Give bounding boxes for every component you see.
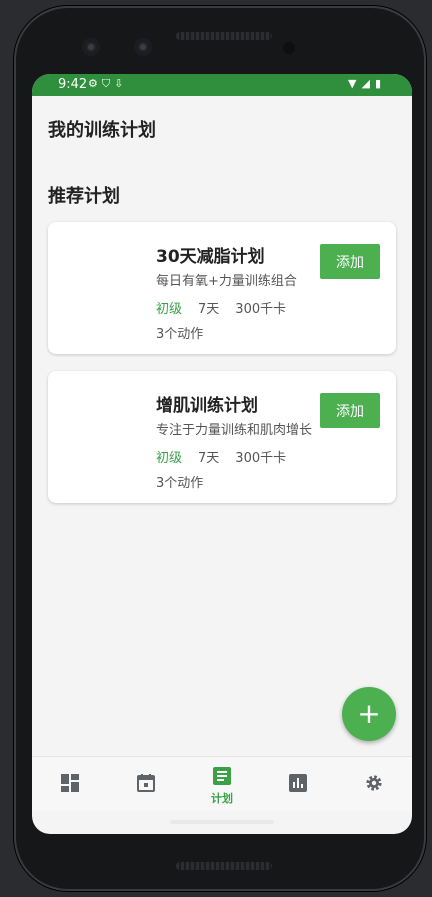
plan-card[interactable]: 30天减脂计划 每日有氧+力量训练组合 初级 7天 300千卡 3个动作 添加 <box>48 222 396 354</box>
battery-icon: ▮ <box>374 77 386 90</box>
nav-item-stats[interactable] <box>260 757 336 811</box>
download-icon: ⇩ <box>114 77 128 90</box>
nav-item-plan[interactable]: 计划 <box>184 757 260 811</box>
plan-calories: 300千卡 <box>235 451 287 466</box>
plan-level: 初级 <box>156 451 183 466</box>
front-camera-2 <box>134 38 152 56</box>
plan-meta: 初级 7天 300千卡 <box>156 298 286 317</box>
plan-days: 7天 <box>198 302 220 317</box>
status-icons-right: ▼◢▮ <box>348 77 386 90</box>
add-fab-button[interactable]: + <box>342 687 396 741</box>
status-bar: 9:42 ⚙⛉⇩ ▼◢▮ <box>32 74 412 96</box>
wifi-icon: ▼ <box>348 77 362 90</box>
add-plan-button[interactable]: 添加 <box>320 393 380 428</box>
plan-description: 专注于力量训练和肌肉增长 <box>156 423 313 438</box>
top-speaker <box>176 32 272 40</box>
plan-meta: 初级 7天 300千卡 <box>156 447 286 466</box>
app-screen: 9:42 ⚙⛉⇩ ▼◢▮ 我的训练计划 推荐计划 30天减脂计划 每日有氧+力量… <box>32 74 412 834</box>
status-time: 9:42 <box>58 77 88 92</box>
settings-icon <box>366 775 382 791</box>
stats-icon <box>289 774 307 792</box>
plan-exercise-count: 3个动作 <box>156 327 204 342</box>
nav-item-calendar[interactable] <box>108 757 184 811</box>
page-title: 我的训练计划 <box>48 120 156 141</box>
bottom-navigation: 计划 <box>32 756 412 811</box>
proximity-sensor <box>283 42 295 54</box>
plan-title: 30天减脂计划 <box>156 247 265 267</box>
plan-icon <box>213 767 231 785</box>
signal-icon: ◢ <box>361 77 375 90</box>
calendar-icon <box>137 774 155 792</box>
gear-icon: ⚙ <box>88 77 102 90</box>
add-plan-button[interactable]: 添加 <box>320 244 380 279</box>
dashboard-icon <box>61 774 79 792</box>
plan-level: 初级 <box>156 302 183 317</box>
status-icons-left: ⚙⛉⇩ <box>88 77 127 91</box>
nav-label-plan: 计划 <box>211 792 233 805</box>
home-indicator[interactable] <box>170 820 274 824</box>
plan-calories: 300千卡 <box>235 302 287 317</box>
bottom-speaker <box>176 862 272 870</box>
plan-description: 每日有氧+力量训练组合 <box>156 274 297 289</box>
front-camera <box>82 38 100 56</box>
plan-title: 增肌训练计划 <box>156 396 258 416</box>
section-title: 推荐计划 <box>48 186 120 207</box>
nav-item-settings[interactable] <box>336 757 412 811</box>
plan-days: 7天 <box>198 451 220 466</box>
shield-icon: ⛉ <box>101 77 115 90</box>
plan-card[interactable]: 增肌训练计划 专注于力量训练和肌肉增长 初级 7天 300千卡 3个动作 添加 <box>48 371 396 503</box>
plan-exercise-count: 3个动作 <box>156 476 204 491</box>
nav-item-dashboard[interactable] <box>32 757 108 811</box>
